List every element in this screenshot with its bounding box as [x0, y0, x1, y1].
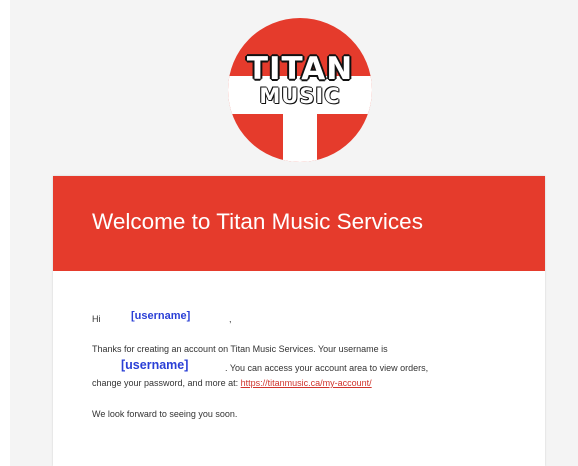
greeting-username: [username] — [131, 310, 191, 322]
paragraph-line-1: Thanks for creating an account on Titan … — [92, 344, 388, 354]
titan-music-logo: TITAN MUSIC — [228, 18, 372, 162]
logo-text-music: MUSIC — [259, 84, 341, 108]
paragraph-line-3-text: change your password, and more at: — [92, 378, 239, 388]
paragraph-line-2: . You can access your account area to vi… — [225, 363, 429, 373]
email-heading: Welcome to Titan Music Services — [92, 209, 423, 234]
logo-t-stem — [283, 114, 317, 162]
paragraph-line-3: change your password, and more at: https… — [92, 376, 372, 391]
paragraph-username: [username] — [121, 358, 189, 372]
greeting-text: Hi — [92, 314, 101, 324]
email-header: Welcome to Titan Music Services — [53, 176, 545, 271]
closing-text: We look forward to seeing you soon. — [92, 409, 238, 419]
email-card: Welcome to Titan Music Services Hi [user… — [53, 176, 545, 466]
greeting-comma: , — [229, 314, 232, 324]
logo-text-titan: TITAN — [246, 51, 354, 87]
my-account-link[interactable]: https://titanmusic.ca/my-account/ — [241, 378, 372, 388]
